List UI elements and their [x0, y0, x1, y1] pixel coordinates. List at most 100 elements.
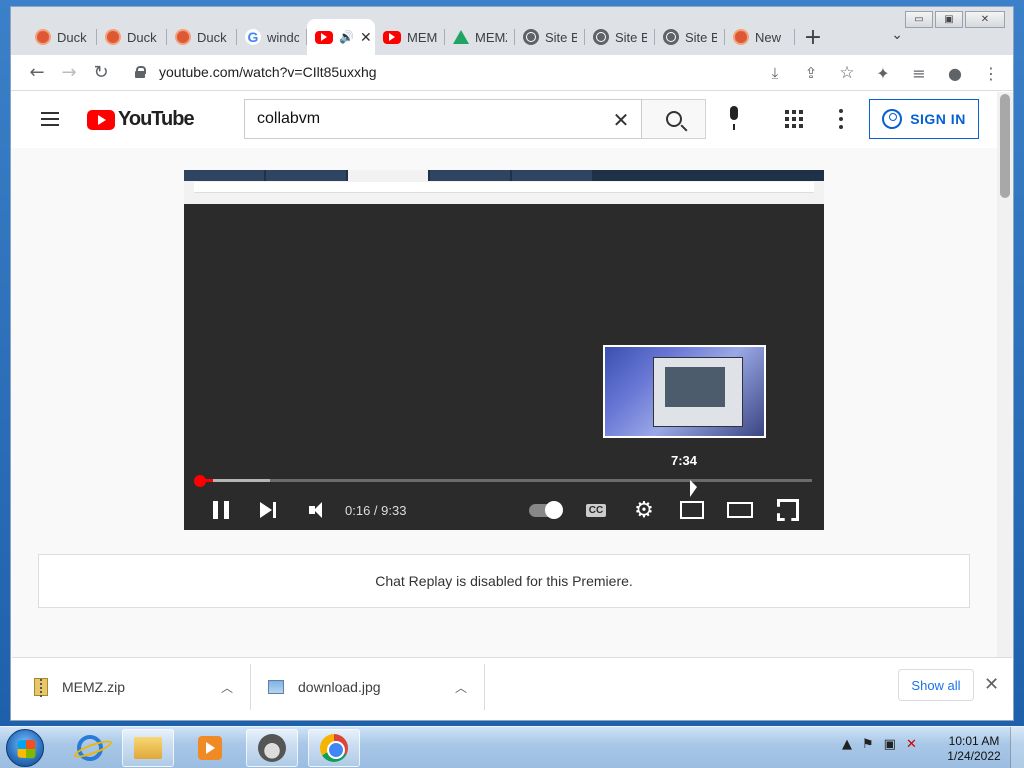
search-button[interactable]	[642, 99, 706, 139]
duckduckgo-icon	[175, 29, 191, 45]
tab-duckduckgo-1[interactable]: Duck	[27, 19, 97, 55]
share-icon[interactable]: ⇪	[795, 57, 827, 89]
scrubber-handle[interactable]	[194, 475, 206, 487]
voice-search-icon[interactable]	[724, 106, 744, 132]
media-player-taskbar-icon[interactable]	[184, 729, 236, 767]
chevron-up-icon[interactable]: ︿	[455, 679, 467, 696]
raccoon-app-taskbar-icon[interactable]	[246, 729, 298, 767]
show-hidden-icons-icon[interactable]: ▲	[842, 737, 852, 752]
clear-search-icon[interactable]: ✕	[609, 108, 633, 132]
action-center-flag-icon[interactable]: ⚑	[862, 737, 874, 752]
youtube-logo[interactable]: YouTube	[87, 108, 195, 131]
preview-timestamp: 7:34	[671, 453, 698, 468]
bookmark-star-icon[interactable]: ☆	[831, 57, 863, 89]
downloads-bar: MEMZ.zip ︿ download.jpg ︿ Show all ✕	[12, 657, 1012, 715]
youtube-play-icon	[87, 109, 115, 130]
tab-duckduckgo-3[interactable]: Duck	[167, 19, 237, 55]
show-desktop-button[interactable]	[1010, 727, 1024, 768]
menu-icon[interactable]	[41, 112, 59, 126]
fullscreen-button[interactable]	[773, 495, 803, 525]
tab-site-b-1[interactable]: Site B	[515, 19, 585, 55]
back-button[interactable]: ←	[21, 57, 53, 89]
media-control-icon[interactable]: ≡	[903, 57, 935, 89]
sign-in-label: SIGN IN	[910, 111, 966, 127]
windows-taskbar: ▲ ⚑ ▣ ✕ 10:01 AM 1/24/2022	[0, 726, 1024, 768]
search-query[interactable]: collabvm	[257, 110, 320, 128]
network-icon[interactable]: ▣	[884, 737, 896, 752]
progress-bar[interactable]	[196, 479, 812, 482]
system-tray: ▲ ⚑ ▣ ✕	[842, 737, 917, 752]
tab-youtube-active[interactable]: 🔊 ✕	[307, 19, 375, 55]
page-scrollbar[interactable]	[997, 92, 1013, 658]
browser-toolbar: ← → ↻ youtube.com/watch?v=CIlt85uxxhg ⤓ …	[11, 55, 1013, 91]
volume-icon[interactable]	[300, 495, 330, 525]
close-downloads-icon[interactable]: ✕	[984, 674, 999, 695]
system-clock[interactable]: 10:01 AM 1/24/2022	[944, 734, 1004, 764]
restore-button[interactable]: ▣	[935, 11, 963, 28]
tab-search-chevron-icon[interactable]: ⌄	[891, 27, 903, 43]
sign-in-button[interactable]: SIGN IN	[869, 99, 979, 139]
player-controls: 0:16 / 9:33 ⚙	[184, 490, 824, 530]
apps-grid-icon[interactable]	[785, 110, 803, 128]
tab-youtube-memz[interactable]: MEMZ	[375, 19, 445, 55]
close-tab-icon[interactable]: ✕	[360, 29, 372, 46]
chrome-menu-icon[interactable]: ⋮	[975, 57, 1007, 89]
tab-label: MEMZ	[475, 29, 507, 45]
tab-list: Duck Duck Duck Gwindc 🔊✕ MEMZ MEMZ Site …	[27, 19, 831, 55]
extensions-icon[interactable]: ✦	[867, 57, 899, 89]
globe-icon	[663, 29, 679, 45]
toolbar-actions: ⤓ ⇪ ☆ ✦ ≡ ● ⋮	[759, 57, 1007, 89]
scrollbar-thumb[interactable]	[1000, 94, 1010, 198]
captions-button[interactable]	[581, 495, 611, 525]
chrome-taskbar-icon[interactable]	[308, 729, 360, 767]
url-text[interactable]: youtube.com/watch?v=CIlt85uxxhg	[159, 64, 377, 80]
image-file-icon	[268, 680, 284, 694]
download-item-memz[interactable]: MEMZ.zip ︿	[34, 666, 234, 708]
miniplayer-button[interactable]	[677, 495, 707, 525]
internet-explorer-taskbar-icon[interactable]	[64, 729, 116, 767]
settings-kebab-icon[interactable]	[839, 109, 843, 129]
tab-label: Duck	[197, 29, 227, 45]
pause-button[interactable]	[206, 495, 236, 525]
reload-button[interactable]: ↻	[85, 57, 117, 89]
tab-label: MEMZ	[407, 29, 437, 45]
forward-button[interactable]: →	[53, 57, 85, 89]
window-controls: ▭ ▣ ✕	[905, 11, 1005, 28]
show-all-downloads-button[interactable]: Show all	[898, 669, 974, 701]
tab-label: Site B	[545, 29, 577, 45]
globe-icon	[523, 29, 539, 45]
settings-gear-icon[interactable]: ⚙	[629, 495, 659, 525]
autoplay-toggle[interactable]	[529, 501, 563, 519]
tab-site-b-2[interactable]: Site B	[585, 19, 655, 55]
chevron-up-icon[interactable]: ︿	[221, 679, 233, 696]
new-tab-button[interactable]: +	[795, 19, 831, 55]
next-button[interactable]	[253, 495, 283, 525]
search-input[interactable]: collabvm ✕	[244, 99, 642, 139]
minimize-button[interactable]: ▭	[905, 11, 933, 28]
close-window-button[interactable]: ✕	[965, 11, 1005, 28]
chat-disabled-message: Chat Replay is disabled for this Premier…	[375, 573, 633, 589]
install-icon[interactable]: ⤓	[759, 57, 791, 89]
chat-replay-panel: Chat Replay is disabled for this Premier…	[38, 554, 970, 608]
speaker-icon[interactable]: 🔊	[339, 30, 354, 44]
tab-duckduckgo-2[interactable]: Duck	[97, 19, 167, 55]
tab-drive-memz[interactable]: MEMZ	[445, 19, 515, 55]
theater-mode-button[interactable]	[725, 495, 755, 525]
profile-avatar-icon[interactable]: ●	[939, 57, 971, 89]
duckduckgo-icon	[105, 29, 121, 45]
zip-file-icon	[34, 678, 48, 697]
tab-new[interactable]: New	[725, 19, 795, 55]
clock-time: 10:01 AM	[948, 734, 1000, 748]
tab-site-b-3[interactable]: Site B	[655, 19, 725, 55]
video-player[interactable]: 7:34 0:16 / 9:33 ⚙	[184, 170, 824, 530]
volume-muted-icon[interactable]: ✕	[906, 737, 917, 752]
tab-google-windows[interactable]: Gwindc	[237, 19, 307, 55]
download-item-jpg[interactable]: download.jpg ︿	[268, 666, 468, 708]
duckduckgo-icon	[733, 29, 749, 45]
youtube-header: YouTube collabvm ✕ SIGN IN	[11, 92, 999, 148]
lock-icon[interactable]	[135, 66, 146, 78]
start-button[interactable]	[6, 729, 44, 767]
file-explorer-taskbar-icon[interactable]	[122, 729, 174, 767]
clock-date: 1/24/2022	[947, 749, 1001, 763]
tab-label: Site B	[685, 29, 717, 45]
